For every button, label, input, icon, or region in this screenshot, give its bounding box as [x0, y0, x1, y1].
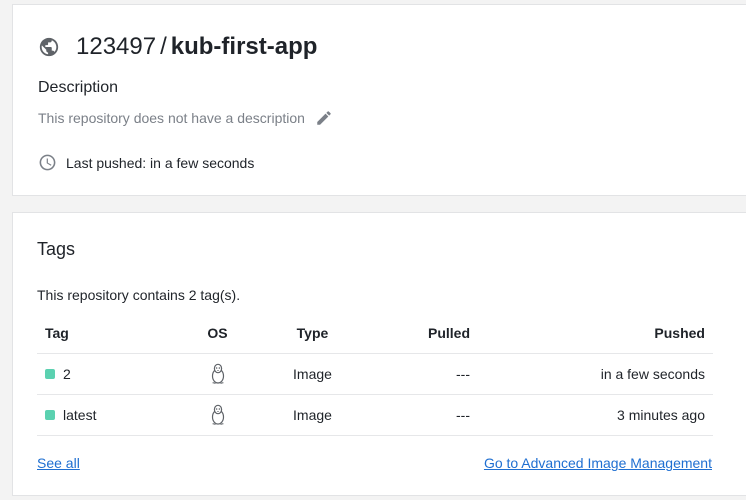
type-cell: Image [260, 353, 365, 395]
os-cell [175, 353, 260, 395]
tags-table: Tag OS Type Pulled Pushed 2 Image --- in… [37, 313, 713, 436]
title-separator: / [160, 33, 167, 60]
table-row[interactable]: 2 Image --- in a few seconds [37, 353, 713, 395]
linux-icon [209, 404, 227, 426]
repository-name: kub-first-app [170, 33, 318, 60]
status-dot [45, 369, 55, 379]
column-header-pushed[interactable]: Pushed [470, 313, 713, 354]
column-header-pulled[interactable]: Pulled [365, 313, 470, 354]
clock-icon [38, 153, 57, 172]
description-row: This repository does not have a descript… [38, 109, 333, 127]
pushed-cell: in a few seconds [470, 353, 713, 395]
linux-icon [209, 363, 227, 385]
tag-cell: 2 [37, 353, 175, 395]
tags-title: Tags [37, 239, 76, 259]
pulled-cell: --- [365, 394, 470, 436]
description-label: Description [38, 79, 119, 96]
tag-name[interactable]: 2 [63, 366, 71, 382]
globe-icon [38, 36, 60, 58]
see-all-link[interactable]: See all [37, 455, 80, 471]
repository-header-card: 123497 / kub-first-app Description This … [12, 4, 746, 196]
advanced-image-management-link[interactable]: Go to Advanced Image Management [484, 455, 712, 471]
column-header-type[interactable]: Type [260, 313, 365, 354]
tags-count: This repository contains 2 tag(s). [37, 287, 241, 303]
pushed-cell: 3 minutes ago [470, 394, 713, 436]
repository-namespace: 123497 [76, 33, 157, 60]
description-text: This repository does not have a descript… [38, 110, 305, 126]
os-cell [175, 394, 260, 436]
tags-card: Tags This repository contains 2 tag(s). … [12, 212, 746, 496]
type-cell: Image [260, 394, 365, 436]
repository-title: 123497 / kub-first-app [38, 33, 317, 61]
column-header-os[interactable]: OS [175, 313, 260, 354]
last-pushed-row: Last pushed: in a few seconds [38, 153, 254, 172]
pencil-icon[interactable] [315, 109, 333, 127]
status-dot [45, 410, 55, 420]
pulled-cell: --- [365, 353, 470, 395]
last-pushed-text: Last pushed: in a few seconds [66, 154, 255, 171]
tag-name[interactable]: latest [63, 407, 96, 423]
table-row[interactable]: latest Image --- 3 minutes ago [37, 394, 713, 436]
tags-table-header: Tag OS Type Pulled Pushed [37, 313, 713, 354]
tag-cell: latest [37, 394, 175, 436]
column-header-tag[interactable]: Tag [37, 313, 175, 354]
